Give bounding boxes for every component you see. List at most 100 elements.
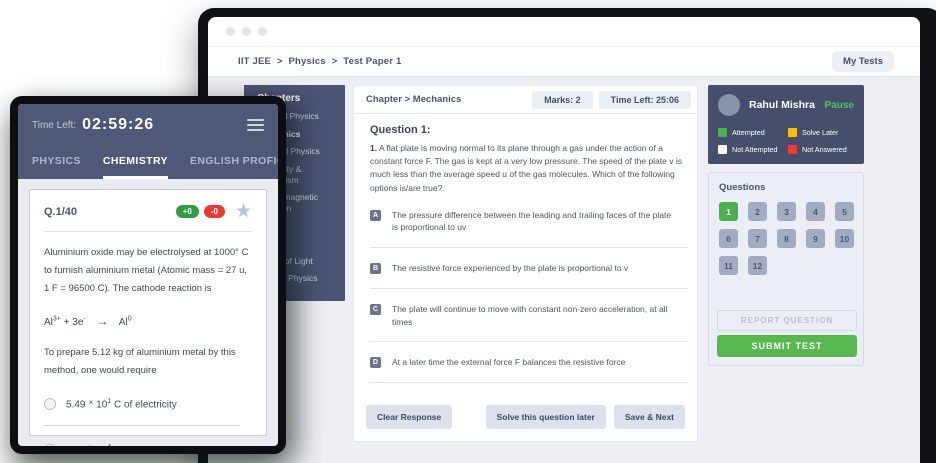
bookmark-star-icon[interactable]: ★ [235, 202, 252, 221]
mobile-question-card: Q.1/40 +0 -0 ★ Aluminium oxide may be el… [29, 189, 267, 436]
mobile-answer-option-2[interactable]: 5.49×104 C of electricity [44, 444, 252, 446]
equation-element-2: Al [119, 317, 128, 328]
question-nav-9[interactable]: 9 [806, 229, 825, 248]
mobile-option-divider [44, 425, 240, 426]
question-card: Chapter > Mechanics Marks: 2 Time Left: … [353, 85, 698, 442]
not-answered-color-swatch [788, 145, 797, 154]
user-name: Rahul Mishra [749, 99, 825, 111]
reaction-arrow: → [97, 314, 109, 328]
option-letter-badge-a[interactable]: A [370, 210, 381, 221]
legend-label: Solve Later [802, 128, 838, 137]
option-exponent: 4 [107, 444, 111, 446]
right-panel: Rahul Mishra Pause Attempted Solve Later [708, 85, 864, 366]
time-left-label: Time Left: [32, 120, 76, 131]
window-control-dot[interactable] [258, 27, 267, 36]
submit-test-button[interactable]: SUBMIT TEST [717, 335, 857, 357]
option-letter-badge-c[interactable]: C [370, 304, 381, 315]
question-nav-6[interactable]: 6 [719, 229, 738, 248]
question-nav-11[interactable]: 11 [719, 256, 738, 275]
solve-later-button[interactable]: Solve this question later [486, 405, 606, 429]
question-text-body: A flat plate is moving normal to its pla… [370, 143, 682, 193]
report-question-button[interactable]: REPORT QUESTION [717, 310, 857, 331]
option-coefficient: 5.49 [66, 445, 85, 446]
answer-option-c[interactable]: C The plate will continue to move with c… [370, 303, 681, 329]
question-nav-4[interactable]: 4 [806, 202, 825, 221]
clear-response-button[interactable]: Clear Response [366, 405, 452, 429]
tab-physics[interactable]: PHYSICS [32, 146, 81, 179]
option-base: 10 [96, 400, 107, 411]
pause-button[interactable]: Pause [825, 100, 854, 111]
question-nav-7[interactable]: 7 [748, 229, 767, 248]
tab-chemistry[interactable]: CHEMISTRY [103, 146, 168, 179]
option-divider [370, 382, 688, 383]
question-number-prefix: 1. [370, 143, 377, 153]
question-card-header: Chapter > Mechanics Marks: 2 Time Left: … [354, 86, 697, 114]
question-nav-2[interactable]: 2 [748, 202, 767, 221]
answer-option-b[interactable]: B The resistive force experienced by the… [370, 262, 681, 275]
my-tests-button[interactable]: My Tests [832, 51, 894, 72]
tab-english-proficiency[interactable]: ENGLISH PROFICIENCY [190, 146, 278, 179]
window-control-dot[interactable] [242, 27, 251, 36]
solve-later-color-swatch [788, 128, 797, 137]
legend-label: Not Attempted [732, 145, 778, 154]
option-letter-badge-d[interactable]: D [370, 357, 381, 368]
multiply-sign: × [88, 443, 93, 446]
question-nav-10[interactable]: 10 [835, 229, 854, 248]
answer-option-a[interactable]: A The pressure difference between the le… [370, 209, 681, 235]
legend-solve-later: Solve Later [788, 128, 854, 137]
equation-superscript-1: 3+ [53, 316, 61, 323]
breadcrumb-separator: > [277, 56, 283, 67]
mobile-question-text-2: To prepare 5.12 kg of aluminium metal by… [44, 344, 252, 380]
cathode-reaction-equation: Al3+ + 3e- → Al0 [44, 314, 252, 328]
legend-label: Attempted [732, 128, 765, 137]
question-nav-1[interactable]: 1 [719, 202, 738, 221]
legend-attempted: Attempted [718, 128, 784, 137]
menu-icon[interactable] [247, 116, 264, 134]
question-nav-12[interactable]: 12 [748, 256, 767, 275]
mobile-option-text-2[interactable]: 5.49×104 C of electricity [66, 444, 177, 446]
browser-toolbar [208, 17, 920, 46]
question-nav-8[interactable]: 8 [777, 229, 796, 248]
legend-not-answered: Not Answered [788, 145, 854, 154]
question-nav-3[interactable]: 3 [777, 202, 796, 221]
not-attempted-color-swatch [718, 145, 727, 154]
multiply-sign: × [88, 398, 93, 407]
equation-element-1: Al [44, 317, 53, 328]
option-text-b[interactable]: The resistive force experienced by the p… [392, 262, 677, 275]
option-coefficient: 5.49 [66, 400, 85, 411]
time-left-badge: Time Left: 25:06 [599, 91, 691, 109]
option-text-a[interactable]: The pressure difference between the lead… [392, 209, 677, 235]
question-counter: Q.1/40 [44, 206, 171, 218]
questions-navigator: Questions 1 2 3 4 5 6 7 8 9 10 11 [708, 172, 864, 366]
equation-superscript-2: - [83, 316, 85, 323]
breadcrumb-item-test[interactable]: Test Paper 1 [343, 56, 401, 67]
breadcrumb-item-exam[interactable]: IIT JEE [238, 56, 271, 67]
mobile-question-header: Q.1/40 +0 -0 ★ [44, 202, 252, 232]
question-text: 1. A flat plate is moving normal to its … [370, 142, 682, 195]
breadcrumb-bar: IIT JEE > Physics > Test Paper 1 My Test… [208, 46, 920, 77]
breadcrumb: IIT JEE > Physics > Test Paper 1 [238, 56, 404, 67]
option-text-d[interactable]: At a later time the external force F bal… [392, 356, 677, 369]
option-letter-badge-b[interactable]: B [370, 263, 381, 274]
mobile-answer-option-1[interactable]: 5.49×101 C of electricity [44, 398, 252, 410]
option-unit-text: C of electricity [114, 400, 177, 411]
subject-tabs: PHYSICS CHEMISTRY ENGLISH PROFICIENCY [18, 146, 278, 179]
window-control-dot[interactable] [226, 27, 235, 36]
save-next-button[interactable]: Save & Next [614, 405, 685, 429]
question-body: Question 1: 1. A flat plate is moving no… [354, 114, 697, 383]
test-content-area: Chapters General Physics Mechanics Therm… [208, 77, 920, 463]
avatar [718, 94, 740, 116]
question-nav-5[interactable]: 5 [835, 202, 854, 221]
mobile-window: Time Left: 02:59:26 PHYSICS CHEMISTRY EN… [10, 96, 286, 454]
answer-option-d[interactable]: D At a later time the external force F b… [370, 356, 681, 369]
option-divider [370, 288, 688, 289]
breadcrumb-item-subject[interactable]: Physics [289, 56, 326, 67]
radio-button[interactable] [44, 444, 56, 446]
equation-superscript-3: 0 [128, 316, 132, 323]
equation-middle: + 3e [64, 317, 84, 328]
radio-button[interactable] [44, 398, 56, 410]
option-divider [370, 341, 688, 342]
mobile-option-text-1[interactable]: 5.49×101 C of electricity [66, 398, 177, 410]
mobile-content: Time Left: 02:59:26 PHYSICS CHEMISTRY EN… [18, 104, 278, 446]
option-text-c[interactable]: The plate will continue to move with con… [392, 303, 677, 329]
